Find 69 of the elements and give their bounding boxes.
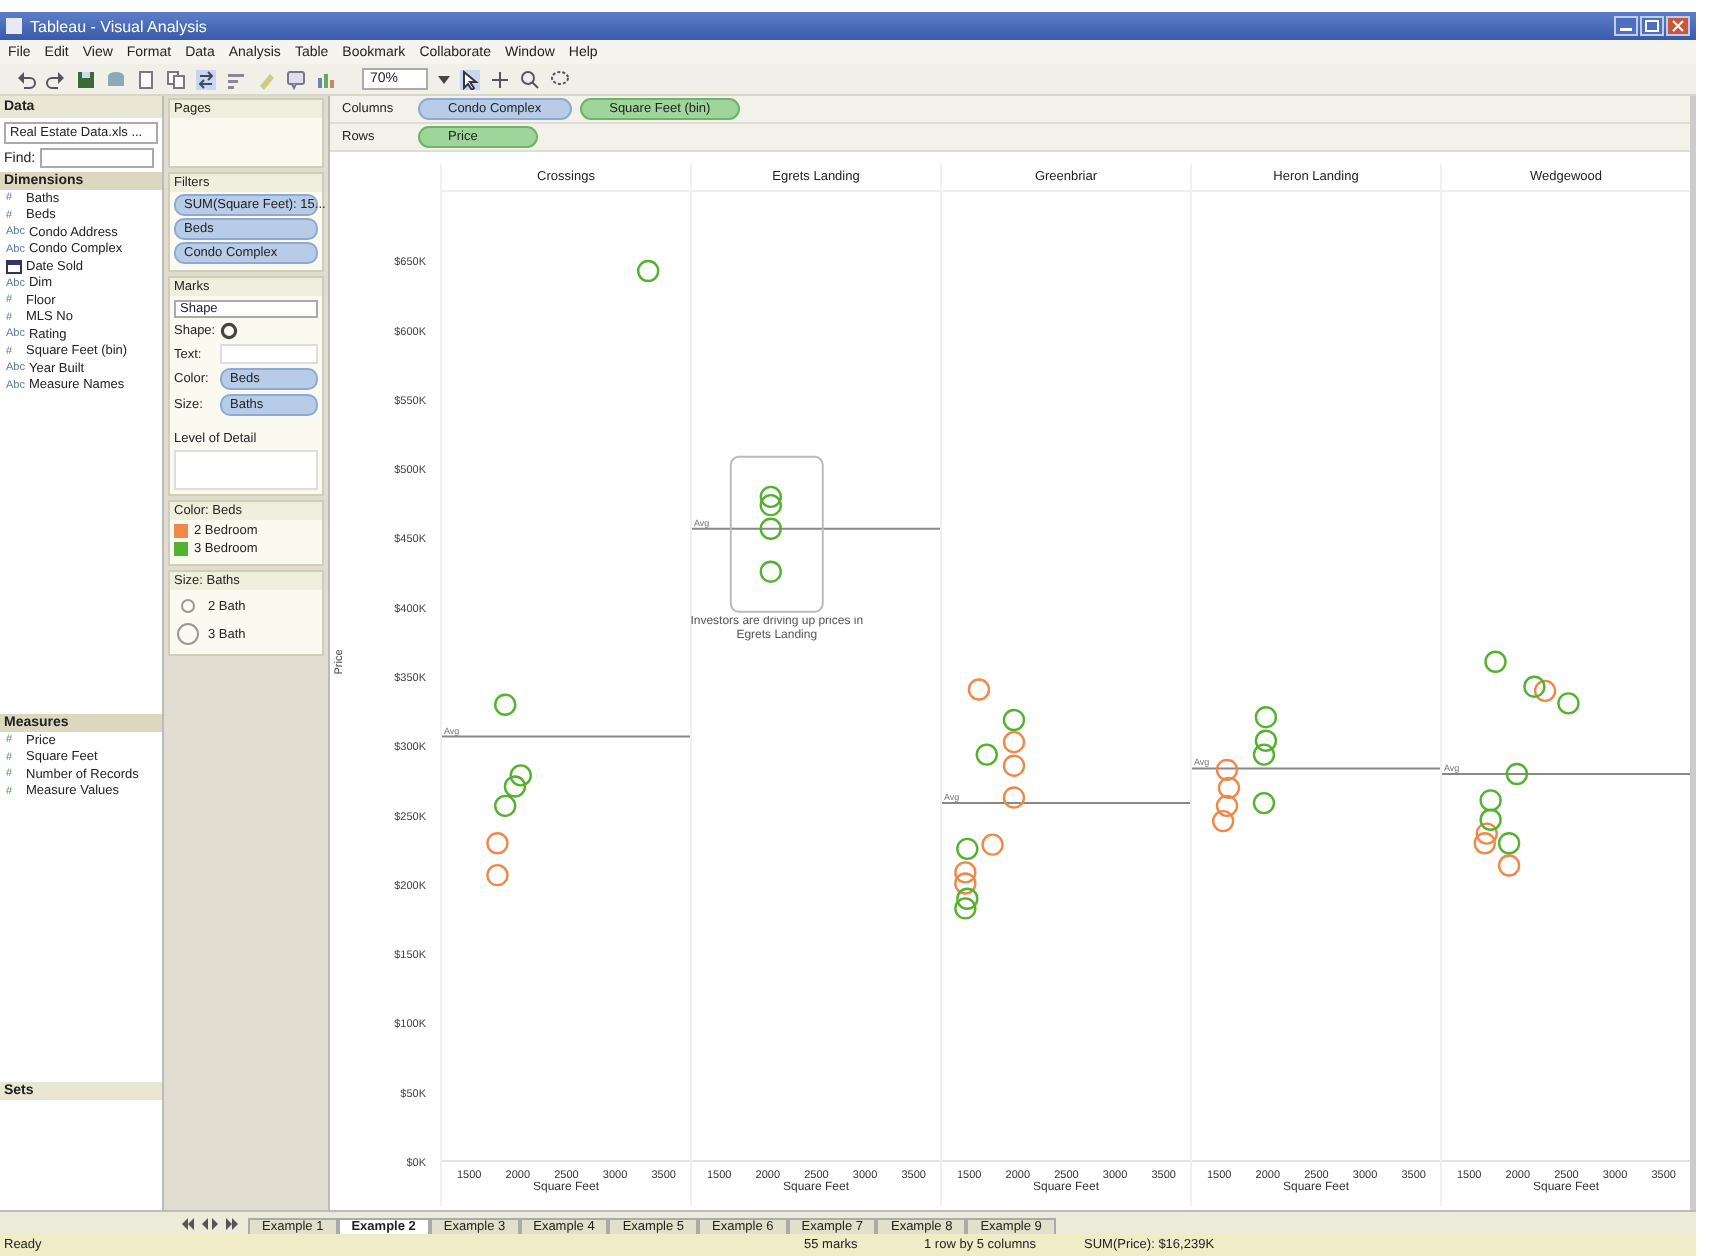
- data-point[interactable]: [1533, 679, 1557, 703]
- data-point[interactable]: [759, 485, 782, 509]
- save-icon[interactable]: [76, 69, 96, 89]
- data-point[interactable]: [486, 832, 509, 855]
- data-point[interactable]: [509, 764, 532, 787]
- close-button[interactable]: [1666, 16, 1690, 36]
- data-point[interactable]: [1497, 854, 1521, 877]
- bar-chart-icon[interactable]: [316, 69, 336, 89]
- data-point[interactable]: [1484, 650, 1507, 673]
- data-point[interactable]: [1497, 832, 1521, 855]
- calendar-icon: [6, 259, 22, 274]
- data-point[interactable]: [1215, 758, 1239, 782]
- data-point[interactable]: [494, 794, 517, 818]
- circle-shape-icon[interactable]: [220, 322, 238, 340]
- data-point[interactable]: [954, 861, 977, 884]
- app-icon: [6, 18, 22, 34]
- pointer-icon[interactable]: [460, 69, 481, 89]
- data-point[interactable]: [759, 517, 782, 540]
- data-point[interactable]: [1252, 743, 1276, 766]
- crosshair-icon[interactable]: [490, 69, 511, 89]
- pencil-icon[interactable]: [256, 69, 276, 89]
- find-field[interactable]: [39, 148, 154, 168]
- data-point[interactable]: [954, 872, 977, 895]
- sort-icon[interactable]: [226, 69, 246, 89]
- data-point[interactable]: [1505, 762, 1529, 786]
- data-point[interactable]: [759, 560, 782, 583]
- zoom-icon[interactable]: [520, 69, 541, 89]
- data-point[interactable]: [494, 693, 517, 716]
- swap-icon[interactable]: [196, 69, 216, 89]
- data-point[interactable]: [1211, 809, 1235, 833]
- data-point[interactable]: [956, 887, 979, 910]
- data-point[interactable]: [1002, 786, 1026, 809]
- window-title: Tableau - Visual Analysis: [30, 17, 209, 35]
- caret-icon[interactable]: [438, 75, 451, 83]
- data-point[interactable]: [1002, 730, 1026, 754]
- data-point[interactable]: [486, 863, 509, 887]
- sheet-navigation-icon[interactable]: [180, 1216, 240, 1232]
- tooltip-icon[interactable]: [286, 69, 306, 89]
- data-point[interactable]: [1254, 706, 1278, 729]
- undo-icon[interactable]: [16, 69, 36, 89]
- database-icon[interactable]: [106, 69, 126, 89]
- data-point[interactable]: [956, 837, 979, 861]
- data-point[interactable]: [1479, 808, 1502, 831]
- data-point[interactable]: [954, 897, 977, 920]
- data-point[interactable]: [1002, 754, 1026, 777]
- data-point[interactable]: [967, 678, 991, 701]
- data-point[interactable]: [1475, 822, 1498, 845]
- new-sheet-icon[interactable]: [136, 69, 156, 89]
- detail-slot[interactable]: [174, 450, 318, 490]
- data-point[interactable]: [636, 259, 660, 283]
- data-point[interactable]: [1523, 675, 1546, 698]
- data-point[interactable]: [503, 775, 527, 798]
- redo-icon[interactable]: [46, 69, 66, 89]
- data-point[interactable]: [981, 833, 1004, 856]
- data-point[interactable]: [1254, 729, 1278, 752]
- data-point[interactable]: [1557, 692, 1580, 715]
- lasso-icon[interactable]: [550, 69, 571, 89]
- data-point[interactable]: [1252, 791, 1276, 815]
- duplicate-icon[interactable]: [166, 69, 186, 89]
- minimize-button[interactable]: [1614, 16, 1638, 36]
- maximize-button[interactable]: [1640, 16, 1664, 36]
- data-point[interactable]: [1217, 776, 1241, 800]
- data-point[interactable]: [1002, 708, 1026, 732]
- data-point[interactable]: [759, 493, 782, 517]
- data-point[interactable]: [1473, 832, 1496, 855]
- data-point[interactable]: [1215, 794, 1239, 818]
- data-point[interactable]: [975, 743, 998, 766]
- size-circle-icon: [174, 622, 202, 646]
- data-point[interactable]: [1479, 789, 1502, 812]
